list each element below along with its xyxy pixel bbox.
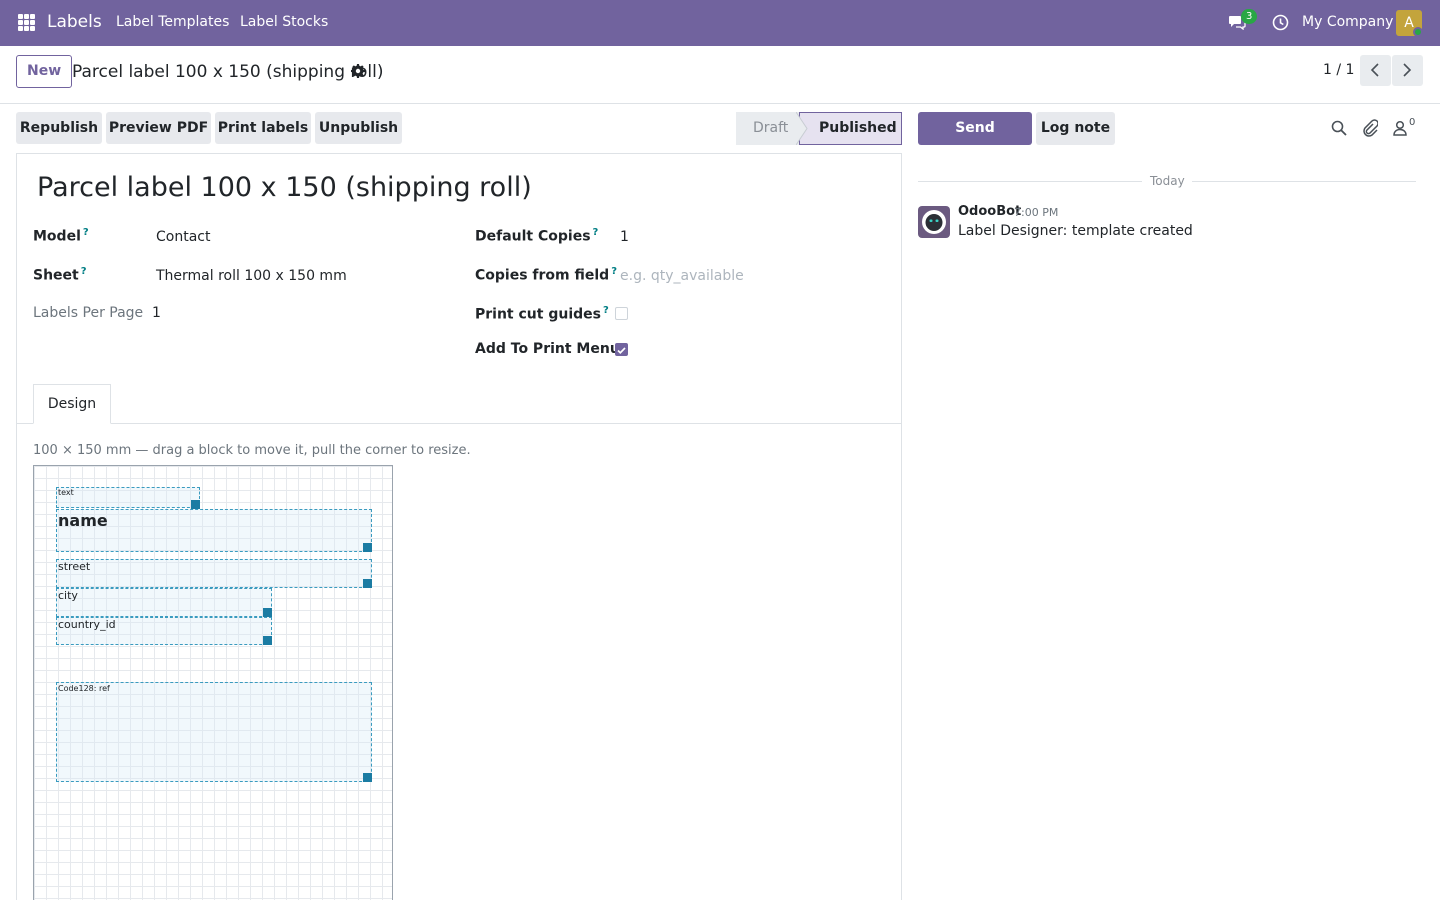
- followers-count: 0: [1409, 117, 1416, 128]
- name-block[interactable]: name: [56, 509, 372, 552]
- country-block[interactable]: country_id: [56, 617, 272, 645]
- pager-previous-button[interactable]: [1360, 55, 1391, 86]
- app-name[interactable]: Labels: [47, 12, 102, 32]
- gear-icon[interactable]: [351, 64, 365, 78]
- resize-handle[interactable]: [191, 500, 200, 509]
- apps-menu-icon[interactable]: [18, 14, 35, 31]
- help-tooltip-icon[interactable]: ?: [83, 227, 89, 238]
- company-switcher[interactable]: My Company: [1302, 14, 1393, 30]
- street-block[interactable]: street: [56, 559, 372, 588]
- block-label: Code128: ref: [58, 684, 110, 693]
- online-status-dot: [1413, 27, 1423, 37]
- date-divider-right: [1192, 181, 1416, 182]
- default-copies-field[interactable]: 1: [620, 229, 629, 245]
- label-design-canvas[interactable]: text name street city country_id Code128…: [33, 465, 393, 900]
- block-label: text: [58, 488, 74, 497]
- print-labels-button[interactable]: Print labels: [215, 112, 311, 144]
- activity-clock-icon[interactable]: [1272, 14, 1289, 31]
- followers-icon[interactable]: [1393, 120, 1407, 136]
- breadcrumb-record-title: Parcel label 100 x 150 (shipping roll): [72, 62, 384, 82]
- block-label: country_id: [58, 618, 116, 631]
- search-icon[interactable]: [1331, 120, 1347, 136]
- pager-value[interactable]: 1 / 1: [1323, 62, 1354, 78]
- copies-from-field-label: Copies from field?: [475, 266, 617, 284]
- republish-button[interactable]: Republish: [16, 112, 102, 144]
- tab-design[interactable]: Design: [33, 384, 111, 424]
- unpublish-button[interactable]: Unpublish: [315, 112, 402, 144]
- top-navbar: Labels Label Templates Label Stocks 3 My…: [0, 0, 1440, 46]
- template-name-field[interactable]: Parcel label 100 x 150 (shipping roll): [37, 172, 532, 203]
- labels-per-page-label: Labels Per Page: [33, 305, 144, 321]
- menu-label-stocks[interactable]: Label Stocks: [240, 14, 328, 30]
- copies-from-field-input[interactable]: e.g. qty_available: [620, 268, 744, 284]
- preview-pdf-button[interactable]: Preview PDF: [106, 112, 211, 144]
- block-label: city: [58, 589, 78, 602]
- help-tooltip-icon[interactable]: ?: [603, 305, 609, 316]
- date-divider-left: [918, 181, 1142, 182]
- block-label: name: [58, 511, 108, 530]
- pager-next-button[interactable]: [1392, 55, 1423, 86]
- text-block[interactable]: text: [56, 487, 200, 508]
- status-arrow-icon: [796, 112, 808, 145]
- help-tooltip-icon[interactable]: ?: [81, 266, 87, 277]
- odoobot-avatar: [918, 206, 950, 238]
- log-note-button[interactable]: Log note: [1036, 112, 1115, 145]
- help-tooltip-icon[interactable]: ?: [611, 266, 617, 277]
- chevron-right-icon: [1403, 63, 1412, 77]
- design-hint: 100 × 150 mm — drag a block to move it, …: [33, 443, 471, 458]
- notebook-tabs-divider: [17, 423, 901, 424]
- date-separator: Today: [1150, 174, 1185, 188]
- city-block[interactable]: city: [56, 588, 272, 617]
- model-label: Model?: [33, 227, 89, 245]
- add-to-print-menu-checkbox[interactable]: [615, 343, 628, 356]
- odoobot-face-icon: [922, 210, 946, 234]
- resize-handle[interactable]: [263, 608, 272, 617]
- sheet-label: Sheet?: [33, 266, 87, 284]
- message-author[interactable]: OdooBot: [958, 204, 1021, 219]
- chevron-left-icon: [1370, 63, 1379, 77]
- barcode-block[interactable]: Code128: ref: [56, 682, 372, 782]
- sheet-field[interactable]: Thermal roll 100 x 150 mm: [156, 268, 347, 284]
- status-published[interactable]: Published: [799, 112, 902, 145]
- resize-handle[interactable]: [363, 579, 372, 588]
- help-tooltip-icon[interactable]: ?: [593, 227, 599, 238]
- block-label: street: [58, 560, 91, 573]
- checkmark-icon: [617, 347, 626, 355]
- notifications-badge: 3: [1241, 9, 1258, 24]
- statusbar: Draft Published: [736, 112, 902, 145]
- new-button[interactable]: New: [16, 55, 73, 88]
- resize-handle[interactable]: [363, 543, 372, 552]
- labels-per-page-value: 1: [152, 305, 161, 321]
- print-cut-guides-checkbox[interactable]: [615, 307, 628, 320]
- model-field[interactable]: Contact: [156, 229, 210, 245]
- default-copies-label: Default Copies?: [475, 227, 599, 245]
- resize-handle[interactable]: [363, 773, 372, 782]
- control-panel: New Parcel label 100 x 150 (shipping rol…: [0, 46, 1440, 104]
- send-message-button[interactable]: Send message: [918, 112, 1032, 169]
- paperclip-icon[interactable]: [1362, 119, 1378, 137]
- message-timestamp: 7:00 PM: [1014, 206, 1059, 219]
- resize-handle[interactable]: [263, 636, 272, 645]
- message-body: Label Designer: template created: [958, 223, 1193, 239]
- menu-label-templates[interactable]: Label Templates: [116, 14, 229, 30]
- print-cut-guides-label: Print cut guides?: [475, 305, 609, 323]
- add-to-print-menu-label: Add To Print Menu: [475, 341, 620, 357]
